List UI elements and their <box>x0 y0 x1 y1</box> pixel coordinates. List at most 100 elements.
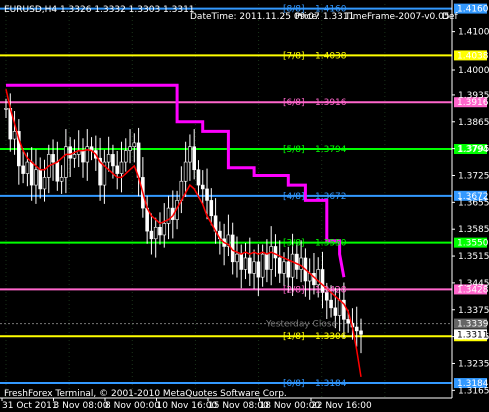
price-tick-label: 1.3235 <box>458 359 489 369</box>
level-fraction-label: [1/8] <box>283 332 305 342</box>
level-fraction-label: [3/8] <box>283 239 305 249</box>
level-fraction-label: [4/8] <box>283 192 305 202</box>
candle-body <box>333 307 338 316</box>
candle-body <box>128 146 132 151</box>
candle-body <box>166 207 171 224</box>
candle-body <box>192 146 196 171</box>
candle-body <box>354 326 359 332</box>
price-tick-label: 1.4100 <box>458 28 489 38</box>
candle-body <box>209 200 214 217</box>
candle-body <box>106 154 111 163</box>
level-price-tag-text: 1.4038 <box>457 51 489 61</box>
candle-body <box>59 177 64 182</box>
candle-body <box>21 165 25 174</box>
level-fraction-label: [0/8] <box>283 379 305 389</box>
candle-body <box>299 257 303 270</box>
candle-body <box>64 146 68 178</box>
candle-body <box>55 161 60 182</box>
candle-body <box>29 161 34 186</box>
candle-body <box>205 188 209 201</box>
candle-body <box>111 154 115 167</box>
price-tick-label: 1.3655 <box>458 198 489 208</box>
candle-body <box>149 230 154 240</box>
level-value-label: 1.3916 <box>315 98 347 108</box>
candle-body <box>235 253 239 263</box>
level-value-label: 1.3306 <box>315 332 347 342</box>
candle-body <box>273 246 278 259</box>
level-price-tag-text: 1.4160 <box>457 5 489 15</box>
price-tick-label: 1.3445 <box>458 279 489 289</box>
level-fraction-label: [6/8] <box>283 98 305 108</box>
candle-body <box>12 131 17 140</box>
price-chart[interactable]: [8/8] 1.4160 1.4160[7/8] 1.4038 1.4038[6/8] 1… <box>0 0 489 412</box>
candle-body <box>38 169 43 190</box>
level-price-tag-text: 1.3550 <box>457 239 489 249</box>
time-tick-label: 8 Nov 00:00 <box>105 401 160 411</box>
candle-body <box>136 142 141 178</box>
candle-body <box>183 161 188 182</box>
price-tick-label: 1.3795 <box>458 145 489 155</box>
current-price-tag-text: 1.3311 <box>457 330 489 340</box>
candle-body <box>277 257 282 274</box>
level-value-label: 1.3184 <box>315 379 347 389</box>
price-tick-label: 1.3585 <box>458 225 489 235</box>
yesterday-close-label: Yesterday Close <box>265 320 338 330</box>
candle-body <box>243 257 248 270</box>
candle-body <box>329 299 333 309</box>
level-value-label: 1.3794 <box>315 145 347 155</box>
candle-body <box>123 150 128 163</box>
level-value-label: 1.3428 <box>315 285 347 295</box>
candle-body <box>188 146 192 163</box>
level-value-label: 1.4038 <box>315 51 347 61</box>
price-tick-label: 1.4000 <box>458 66 489 76</box>
candle-body <box>42 177 47 190</box>
time-tick-label: 31 Oct 2011 <box>2 401 58 411</box>
candle-body <box>34 169 38 186</box>
level-value-label: 1.3550 <box>315 239 347 249</box>
candle-body <box>290 253 295 278</box>
candle-body <box>72 154 77 159</box>
price-tick-label: 1.3935 <box>458 91 489 101</box>
candle-body <box>252 261 256 274</box>
candle-body <box>153 226 158 240</box>
candle-body <box>282 261 286 274</box>
candle-body <box>162 223 167 236</box>
candle-body <box>85 146 90 163</box>
price-tick-label: 1.3375 <box>458 306 489 316</box>
candle-body <box>158 226 162 236</box>
price-tick-label: 1.3515 <box>458 252 489 262</box>
candle-body <box>337 299 342 316</box>
candle-body <box>81 150 85 163</box>
candle-body <box>346 319 350 324</box>
candle-body <box>68 146 72 159</box>
yesterday-close-tag-text: 1.3339 <box>457 320 489 330</box>
candle-body <box>196 169 201 186</box>
extra-label: Def <box>442 12 458 22</box>
price-tick-label: 1.3865 <box>458 118 489 128</box>
time-tick-label: 22 Nov 16:00 <box>311 401 372 411</box>
price-tick-label: 1.3725 <box>458 171 489 181</box>
level-fraction-label: [7/8] <box>283 51 305 61</box>
candle-body <box>256 261 261 278</box>
candle-body <box>132 142 137 148</box>
candle-body <box>295 253 299 270</box>
candle-body <box>115 165 120 174</box>
candle-body <box>239 253 244 270</box>
candle-body <box>286 261 291 278</box>
candle-body <box>247 257 252 274</box>
time-tick-label: 3 Nov 08:00 <box>54 401 109 411</box>
timeframe-label: TimeFrame-2007-v0.05 <box>344 12 450 22</box>
candle-body <box>4 108 8 110</box>
level-fraction-label: [2/8] <box>283 285 305 295</box>
candle-body <box>51 154 55 163</box>
chart-background <box>0 0 489 412</box>
candle-body <box>269 246 273 270</box>
candle-body <box>265 253 269 270</box>
candle-body <box>260 253 265 278</box>
level-fraction-label: [5/8] <box>283 145 305 155</box>
candle-body <box>200 184 205 190</box>
price-tick-label: 1.3165 <box>458 386 489 396</box>
candle-body <box>25 161 30 174</box>
candle-body <box>359 330 363 335</box>
symbol-info: EURUSD,H4 1.3326 1.3332 1.3303 1.3311 <box>4 5 195 15</box>
